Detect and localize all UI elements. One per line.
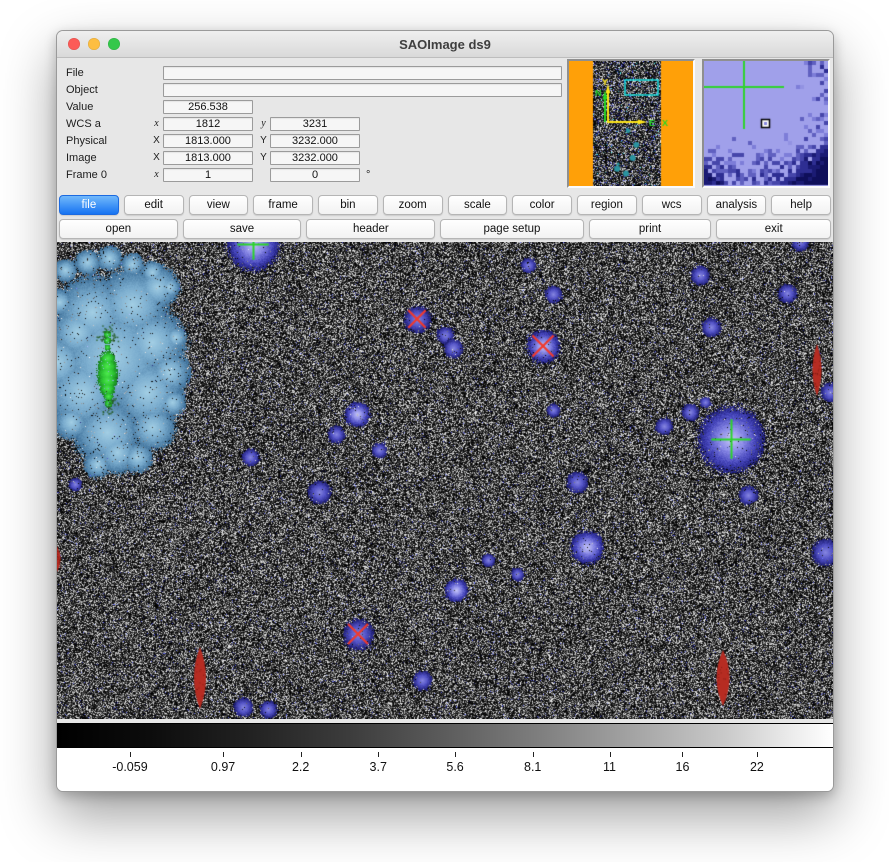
menu-bar: fileeditviewframebinzoomscalecolorregion… <box>57 192 833 217</box>
info-label-image: Image <box>66 152 150 164</box>
info-label-file: File <box>66 67 150 79</box>
panner[interactable] <box>567 59 695 188</box>
image-viewer[interactable] <box>57 242 833 719</box>
field-physical-2[interactable]: 3232.000 <box>270 134 360 148</box>
action-button-header[interactable]: header <box>306 219 435 239</box>
colorbar-section: -0.059 0.97 2.2 3.7 5.6 8.1 11 16 22 <box>57 723 833 792</box>
sky-canvas[interactable] <box>57 242 833 719</box>
coord-key-1: X <box>150 135 163 146</box>
colorbar-tick <box>610 752 611 757</box>
info-label-object: Object <box>66 84 150 96</box>
action-bar: opensaveheaderpage setup printexit <box>57 217 833 242</box>
window-title: SAOImage ds9 <box>399 37 491 52</box>
field-wcs-a-2[interactable]: 3231 <box>270 117 360 131</box>
field-image-1-value: 1813.000 <box>185 152 231 164</box>
field-frame-2-value: 0 <box>312 169 318 181</box>
minimize-button[interactable] <box>88 38 100 50</box>
coord-key-2: Y <box>257 152 270 163</box>
menu-button-edit[interactable]: edit <box>124 195 184 215</box>
menu-button-help[interactable]: help <box>771 195 831 215</box>
coord-key-1: x <box>150 169 163 180</box>
field-object[interactable] <box>163 83 562 97</box>
field-image-2[interactable]: 3232.000 <box>270 151 360 165</box>
menu-button-bin[interactable]: bin <box>318 195 378 215</box>
coord-key-1: X <box>150 152 163 163</box>
field-value[interactable]: 256.538 <box>163 100 253 114</box>
field-frame-2[interactable]: 0 <box>270 168 360 182</box>
action-button-open[interactable]: open <box>59 219 178 239</box>
menu-button-color[interactable]: color <box>512 195 572 215</box>
magnifier <box>702 59 830 188</box>
menu-button-scale[interactable]: scale <box>448 195 508 215</box>
colorbar-tick-label: 16 <box>676 760 690 774</box>
magnifier-canvas <box>704 61 828 186</box>
colorbar-tick-label: 0.97 <box>211 760 235 774</box>
menu-button-file[interactable]: file <box>59 195 119 215</box>
menu-button-wcs[interactable]: wcs <box>642 195 702 215</box>
field-frame-1[interactable]: 1 <box>163 168 253 182</box>
menu-button-analysis[interactable]: analysis <box>707 195 767 215</box>
colorbar-tick <box>223 752 224 757</box>
traffic-lights <box>68 38 120 50</box>
info-label-value: Value <box>66 101 150 113</box>
menu-button-zoom[interactable]: zoom <box>383 195 443 215</box>
menu-button-view[interactable]: view <box>189 195 249 215</box>
colorbar-tick-label: 8.1 <box>524 760 541 774</box>
colorbar-tick-label: 11 <box>603 760 616 774</box>
action-button-save[interactable]: save <box>183 219 302 239</box>
action-button-exit[interactable]: exit <box>716 219 831 239</box>
coord-key-1: x <box>150 118 163 129</box>
info-panel: FileObjectValue256.538WCS ax1812y3231Phy… <box>57 58 833 192</box>
field-wcs-a-2-value: 3231 <box>303 118 327 130</box>
colorbar-tick <box>757 752 758 757</box>
colorbar-tick <box>533 752 534 757</box>
colorbar-tick-label: -0.059 <box>112 760 147 774</box>
colorbar-tick <box>378 752 379 757</box>
degree-suffix: ° <box>366 169 370 181</box>
colorbar-tick <box>301 752 302 757</box>
close-button[interactable] <box>68 38 80 50</box>
colorbar-tick <box>130 752 131 757</box>
coord-key-2: Y <box>257 135 270 146</box>
colorbar-tick <box>455 752 456 757</box>
panner-canvas[interactable] <box>569 61 693 186</box>
colorbar[interactable] <box>57 723 833 748</box>
field-image-2-value: 3232.000 <box>292 152 338 164</box>
field-value-value: 256.538 <box>188 101 228 113</box>
field-physical-1[interactable]: 1813.000 <box>163 134 253 148</box>
colorbar-tick-label: 3.7 <box>370 760 387 774</box>
field-wcs-a-1-value: 1812 <box>196 118 220 130</box>
field-physical-2-value: 3232.000 <box>292 135 338 147</box>
ds9-window: SAOImage ds9 File Object Value 256.538 WCS a… <box>56 30 834 792</box>
menu-button-region[interactable]: region <box>577 195 637 215</box>
info-label-physical: Physical <box>66 135 150 147</box>
menu-button-frame[interactable]: frame <box>253 195 313 215</box>
field-wcs-a-1[interactable]: 1812 <box>163 117 253 131</box>
colorbar-tick <box>682 752 683 757</box>
title-bar[interactable]: SAOImage ds9 <box>57 31 833 58</box>
colorbar-tick-label: 22 <box>750 760 764 774</box>
field-image-1[interactable]: 1813.000 <box>163 151 253 165</box>
coord-key-2: y <box>257 118 270 129</box>
field-physical-1-value: 1813.000 <box>185 135 231 147</box>
info-label-wcs-a: WCS a <box>66 118 150 130</box>
colorbar-tick-label: 2.2 <box>292 760 309 774</box>
field-file[interactable] <box>163 66 562 80</box>
info-label-frame: Frame 0 <box>66 169 150 181</box>
field-frame-1-value: 1 <box>205 169 211 181</box>
action-button-print[interactable]: print <box>589 219 712 239</box>
colorbar-tick-label: 5.6 <box>446 760 463 774</box>
action-button-page-setup[interactable]: page setup <box>440 219 583 239</box>
zoom-button[interactable] <box>108 38 120 50</box>
